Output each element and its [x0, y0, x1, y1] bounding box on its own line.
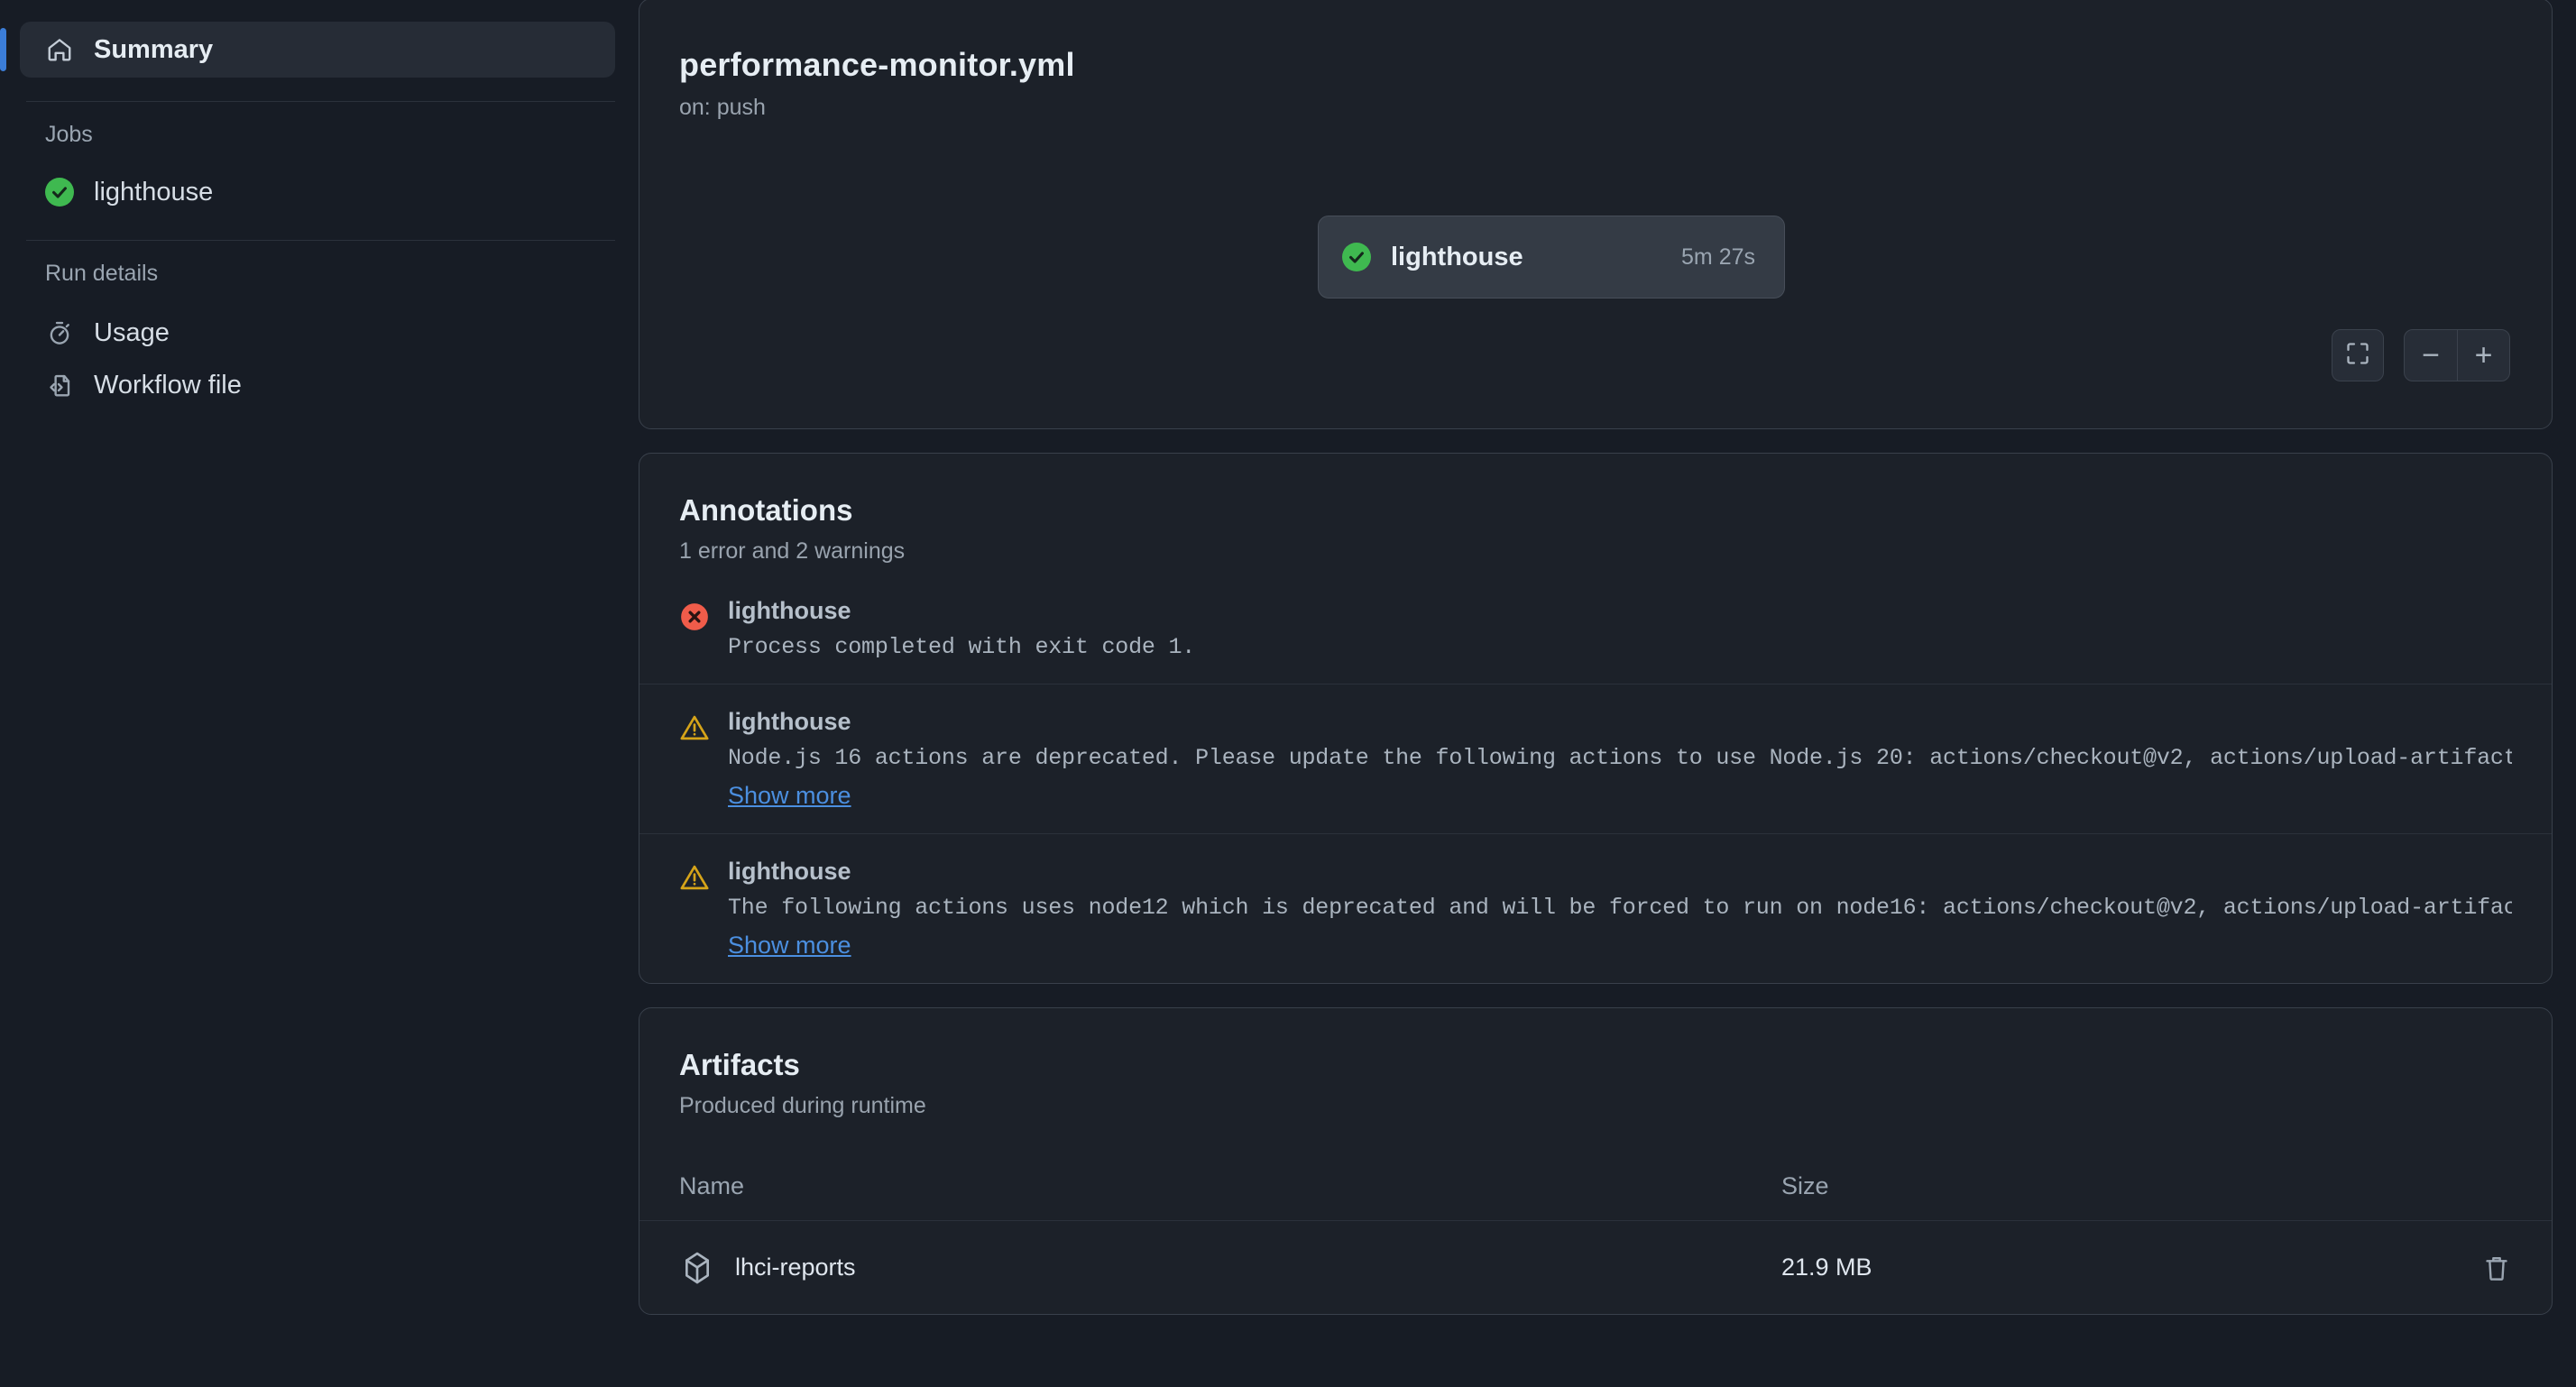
zoom-controls: − +: [2404, 329, 2510, 381]
sidebar-divider-1: [26, 101, 615, 102]
show-more-link[interactable]: Show more: [728, 782, 851, 810]
sidebar-group-title-jobs: Jobs: [20, 122, 615, 148]
annotation-message: Process completed with exit code 1.: [728, 634, 2512, 660]
check-circle-icon: [45, 178, 74, 207]
annotations-list: lighthouse Process completed with exit c…: [639, 592, 2552, 983]
graph-controls: − +: [2332, 329, 2510, 381]
artifacts-table-header: Name Size: [639, 1152, 2552, 1220]
artifacts-card: Artifacts Produced during runtime Name S…: [639, 1007, 2553, 1315]
column-header-size: Size: [1781, 1172, 1829, 1199]
zoom-out-button[interactable]: −: [2405, 330, 2457, 381]
warning-triangle-icon: [679, 858, 710, 960]
sidebar: Summary Jobs lighthouse Run details: [0, 0, 639, 1387]
sidebar-group-title-run-details: Run details: [20, 261, 615, 287]
fullscreen-button[interactable]: [2332, 329, 2384, 381]
column-header-name: Name: [679, 1172, 744, 1200]
annotations-subtitle: 1 error and 2 warnings: [679, 538, 2512, 565]
check-circle-icon: [1342, 243, 1371, 271]
main-content: performance-monitor.yml on: push lightho…: [639, 0, 2576, 1387]
annotation-row[interactable]: lighthouse Process completed with exit c…: [639, 592, 2552, 684]
sidebar-item-job-lighthouse[interactable]: lighthouse: [20, 168, 615, 216]
annotation-job-name: lighthouse: [728, 597, 2512, 625]
annotation-body: lighthouse Process completed with exit c…: [728, 597, 2512, 660]
annotation-row[interactable]: lighthouse Node.js 16 actions are deprec…: [639, 684, 2552, 833]
stopwatch-icon: [45, 318, 74, 347]
sidebar-item-summary[interactable]: Summary: [20, 22, 615, 78]
warning-triangle-icon: [679, 708, 710, 810]
sidebar-item-label-usage: Usage: [94, 318, 170, 348]
sidebar-item-usage[interactable]: Usage: [20, 307, 615, 359]
job-node-name: lighthouse: [1391, 243, 1661, 272]
artifacts-table: Name Size lhci-reports: [639, 1152, 2552, 1314]
fullscreen-icon: [2345, 341, 2370, 371]
annotation-job-name: lighthouse: [728, 708, 2512, 736]
artifacts-title: Artifacts: [679, 1048, 2512, 1082]
job-node-duration: 5m 27s: [1681, 244, 1755, 271]
annotations-header: Annotations 1 error and 2 warnings: [639, 454, 2552, 565]
workflow-run-page: Summary Jobs lighthouse Run details: [0, 0, 2576, 1387]
annotation-body: lighthouse The following actions uses no…: [728, 858, 2512, 960]
sidebar-item-label-summary: Summary: [94, 35, 213, 65]
workflow-trigger: on: push: [639, 95, 2552, 121]
trash-icon[interactable]: [2481, 1253, 2512, 1283]
show-more-link[interactable]: Show more: [728, 932, 851, 960]
annotations-card: Annotations 1 error and 2 warnings light…: [639, 453, 2553, 984]
sidebar-job-label: lighthouse: [94, 178, 213, 207]
file-code-icon: [45, 371, 74, 400]
artifact-size: 21.9 MB: [1781, 1254, 1872, 1281]
annotation-body: lighthouse Node.js 16 actions are deprec…: [728, 708, 2512, 810]
zoom-in-button[interactable]: +: [2457, 330, 2509, 381]
package-icon: [679, 1250, 715, 1286]
job-node-lighthouse[interactable]: lighthouse 5m 27s: [1318, 216, 1785, 299]
artifacts-header: Artifacts Produced during runtime: [639, 1008, 2552, 1119]
artifact-name[interactable]: lhci-reports: [735, 1254, 856, 1281]
error-x-circle-icon: [679, 597, 710, 660]
home-icon: [45, 35, 74, 64]
annotation-job-name: lighthouse: [728, 858, 2512, 886]
annotation-message: Node.js 16 actions are deprecated. Pleas…: [728, 745, 2512, 771]
table-row: lhci-reports 21.9 MB: [639, 1220, 2552, 1314]
annotation-message: The following actions uses node12 which …: [728, 895, 2512, 921]
artifacts-subtitle: Produced during runtime: [679, 1093, 2512, 1119]
annotation-row[interactable]: lighthouse The following actions uses no…: [639, 833, 2552, 983]
sidebar-divider-2: [26, 240, 615, 241]
sidebar-item-label-workflow-file: Workflow file: [94, 371, 242, 400]
workflow-graph-card: performance-monitor.yml on: push lightho…: [639, 0, 2553, 429]
annotations-title: Annotations: [679, 493, 2512, 528]
sidebar-item-workflow-file[interactable]: Workflow file: [20, 359, 615, 411]
page-title: performance-monitor.yml: [639, 46, 2552, 84]
